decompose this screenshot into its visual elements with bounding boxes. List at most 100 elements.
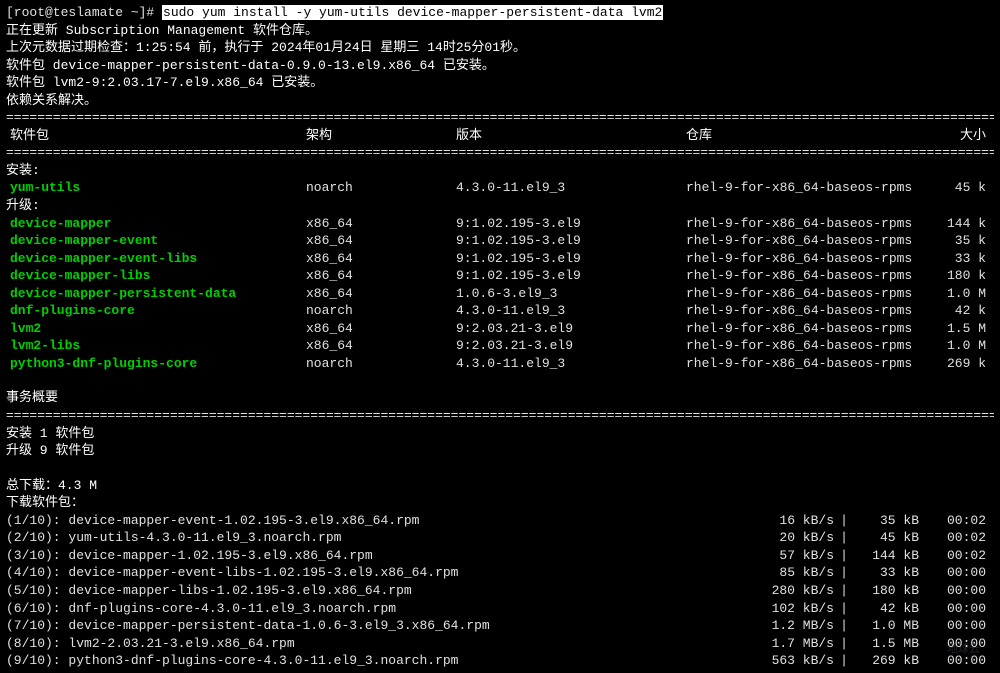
download-size: 180 kB bbox=[854, 582, 919, 600]
download-speed: 85 kB/s bbox=[744, 564, 834, 582]
separator: | bbox=[834, 652, 854, 670]
package-arch: noarch bbox=[306, 179, 456, 197]
package-row: yum-utilsnoarch4.3.0-11.el9_3rhel-9-for-… bbox=[6, 179, 994, 197]
divider-line: ========================================… bbox=[6, 109, 994, 127]
install-section-label: 安装: bbox=[6, 162, 994, 180]
download-size: 1.5 MB bbox=[854, 635, 919, 653]
output-line: 软件包 device-mapper-persistent-data-0.9.0-… bbox=[6, 57, 994, 75]
separator: | bbox=[834, 582, 854, 600]
summary-line: 安装 1 软件包 bbox=[6, 425, 994, 443]
package-name: dnf-plugins-core bbox=[6, 302, 306, 320]
download-size: 35 kB bbox=[854, 512, 919, 530]
download-file: (5/10): device-mapper-libs-1.02.195-3.el… bbox=[6, 582, 744, 600]
package-version: 9:2.03.21-3.el9 bbox=[456, 337, 686, 355]
download-row: (9/10): python3-dnf-plugins-core-4.3.0-1… bbox=[6, 652, 994, 670]
download-row: (7/10): device-mapper-persistent-data-1.… bbox=[6, 617, 994, 635]
download-row: (6/10): dnf-plugins-core-4.3.0-11.el9_3.… bbox=[6, 600, 994, 618]
download-time: 00:00 bbox=[919, 652, 994, 670]
package-size: 45 k bbox=[916, 179, 986, 197]
output-line: 依赖关系解决。 bbox=[6, 92, 994, 110]
package-arch: x86_64 bbox=[306, 285, 456, 303]
separator: | bbox=[834, 617, 854, 635]
package-repo: rhel-9-for-x86_64-baseos-rpms bbox=[686, 302, 916, 320]
package-name: device-mapper-event-libs bbox=[6, 250, 306, 268]
download-row: (4/10): device-mapper-event-libs-1.02.19… bbox=[6, 564, 994, 582]
package-name: python3-dnf-plugins-core bbox=[6, 355, 306, 373]
table-header: 软件包 架构 版本 仓库 大小 bbox=[6, 127, 994, 145]
package-name: device-mapper-libs bbox=[6, 267, 306, 285]
package-version: 9:1.02.195-3.el9 bbox=[456, 232, 686, 250]
package-repo: rhel-9-for-x86_64-baseos-rpms bbox=[686, 355, 916, 373]
package-row: dnf-plugins-corenoarch4.3.0-11.el9_3rhel… bbox=[6, 302, 994, 320]
separator: | bbox=[834, 512, 854, 530]
package-repo: rhel-9-for-x86_64-baseos-rpms bbox=[686, 179, 916, 197]
package-name: yum-utils bbox=[6, 179, 306, 197]
transaction-summary-label: 事务概要 bbox=[6, 389, 994, 407]
upgrade-section-label: 升级: bbox=[6, 197, 994, 215]
hdr-size: 大小 bbox=[916, 127, 986, 145]
download-speed: 102 kB/s bbox=[744, 600, 834, 618]
package-arch: x86_64 bbox=[306, 267, 456, 285]
package-size: 42 k bbox=[916, 302, 986, 320]
separator: | bbox=[834, 547, 854, 565]
package-size: 269 k bbox=[916, 355, 986, 373]
download-row: (2/10): yum-utils-4.3.0-11.el9_3.noarch.… bbox=[6, 529, 994, 547]
package-arch: x86_64 bbox=[306, 250, 456, 268]
download-time: 00:00 bbox=[919, 600, 994, 618]
package-arch: x86_64 bbox=[306, 232, 456, 250]
package-row: device-mapper-libsx86_649:1.02.195-3.el9… bbox=[6, 267, 994, 285]
download-size: 42 kB bbox=[854, 600, 919, 618]
package-repo: rhel-9-for-x86_64-baseos-rpms bbox=[686, 285, 916, 303]
package-row: device-mapper-persistent-datax86_641.0.6… bbox=[6, 285, 994, 303]
package-size: 33 k bbox=[916, 250, 986, 268]
package-repo: rhel-9-for-x86_64-baseos-rpms bbox=[686, 215, 916, 233]
package-size: 144 k bbox=[916, 215, 986, 233]
package-size: 1.0 M bbox=[916, 337, 986, 355]
separator: | bbox=[834, 600, 854, 618]
package-row: python3-dnf-plugins-corenoarch4.3.0-11.e… bbox=[6, 355, 994, 373]
download-size: 45 kB bbox=[854, 529, 919, 547]
package-version: 9:1.02.195-3.el9 bbox=[456, 267, 686, 285]
download-row: (8/10): lvm2-2.03.21-3.el9.x86_64.rpm1.7… bbox=[6, 635, 994, 653]
package-version: 4.3.0-11.el9_3 bbox=[456, 179, 686, 197]
package-name: device-mapper-persistent-data bbox=[6, 285, 306, 303]
package-row: lvm2-libsx86_649:2.03.21-3.el9rhel-9-for… bbox=[6, 337, 994, 355]
package-version: 4.3.0-11.el9_3 bbox=[456, 355, 686, 373]
download-row: (1/10): device-mapper-event-1.02.195-3.e… bbox=[6, 512, 994, 530]
download-file: (9/10): python3-dnf-plugins-core-4.3.0-1… bbox=[6, 652, 744, 670]
output-line: 正在更新 Subscription Management 软件仓库。 bbox=[6, 22, 994, 40]
download-time: 00:02 bbox=[919, 529, 994, 547]
package-row: device-mapper-eventx86_649:1.02.195-3.el… bbox=[6, 232, 994, 250]
download-size: 33 kB bbox=[854, 564, 919, 582]
package-repo: rhel-9-for-x86_64-baseos-rpms bbox=[686, 320, 916, 338]
package-size: 35 k bbox=[916, 232, 986, 250]
command-line: [root@teslamate ~]# sudo yum install -y … bbox=[6, 4, 994, 22]
download-file: (6/10): dnf-plugins-core-4.3.0-11.el9_3.… bbox=[6, 600, 744, 618]
hdr-package: 软件包 bbox=[6, 127, 306, 145]
package-arch: x86_64 bbox=[306, 320, 456, 338]
download-size: 269 kB bbox=[854, 652, 919, 670]
download-row: (3/10): device-mapper-1.02.195-3.el9.x86… bbox=[6, 547, 994, 565]
separator: | bbox=[834, 529, 854, 547]
total-download: 总下载：4.3 M bbox=[6, 477, 994, 495]
package-version: 9:1.02.195-3.el9 bbox=[456, 250, 686, 268]
package-repo: rhel-9-for-x86_64-baseos-rpms bbox=[686, 337, 916, 355]
package-name: lvm2-libs bbox=[6, 337, 306, 355]
output-line: 软件包 lvm2-9:2.03.17-7.el9.x86_64 已安装。 bbox=[6, 74, 994, 92]
package-row: device-mapper-event-libsx86_649:1.02.195… bbox=[6, 250, 994, 268]
package-repo: rhel-9-for-x86_64-baseos-rpms bbox=[686, 232, 916, 250]
package-size: 1.5 M bbox=[916, 320, 986, 338]
download-speed: 280 kB/s bbox=[744, 582, 834, 600]
download-speed: 20 kB/s bbox=[744, 529, 834, 547]
download-time: 00:00 bbox=[919, 564, 994, 582]
output-line: 上次元数据过期检查：1:25:54 前，执行于 2024年01月24日 星期三 … bbox=[6, 39, 994, 57]
download-time: 00:00 bbox=[919, 582, 994, 600]
package-arch: x86_64 bbox=[306, 215, 456, 233]
shell-command: sudo yum install -y yum-utils device-map… bbox=[162, 5, 663, 20]
package-version: 1.0.6-3.el9_3 bbox=[456, 285, 686, 303]
download-time: 00:02 bbox=[919, 512, 994, 530]
separator: | bbox=[834, 635, 854, 653]
package-version: 4.3.0-11.el9_3 bbox=[456, 302, 686, 320]
separator: | bbox=[834, 564, 854, 582]
download-packages-label: 下载软件包： bbox=[6, 494, 994, 512]
